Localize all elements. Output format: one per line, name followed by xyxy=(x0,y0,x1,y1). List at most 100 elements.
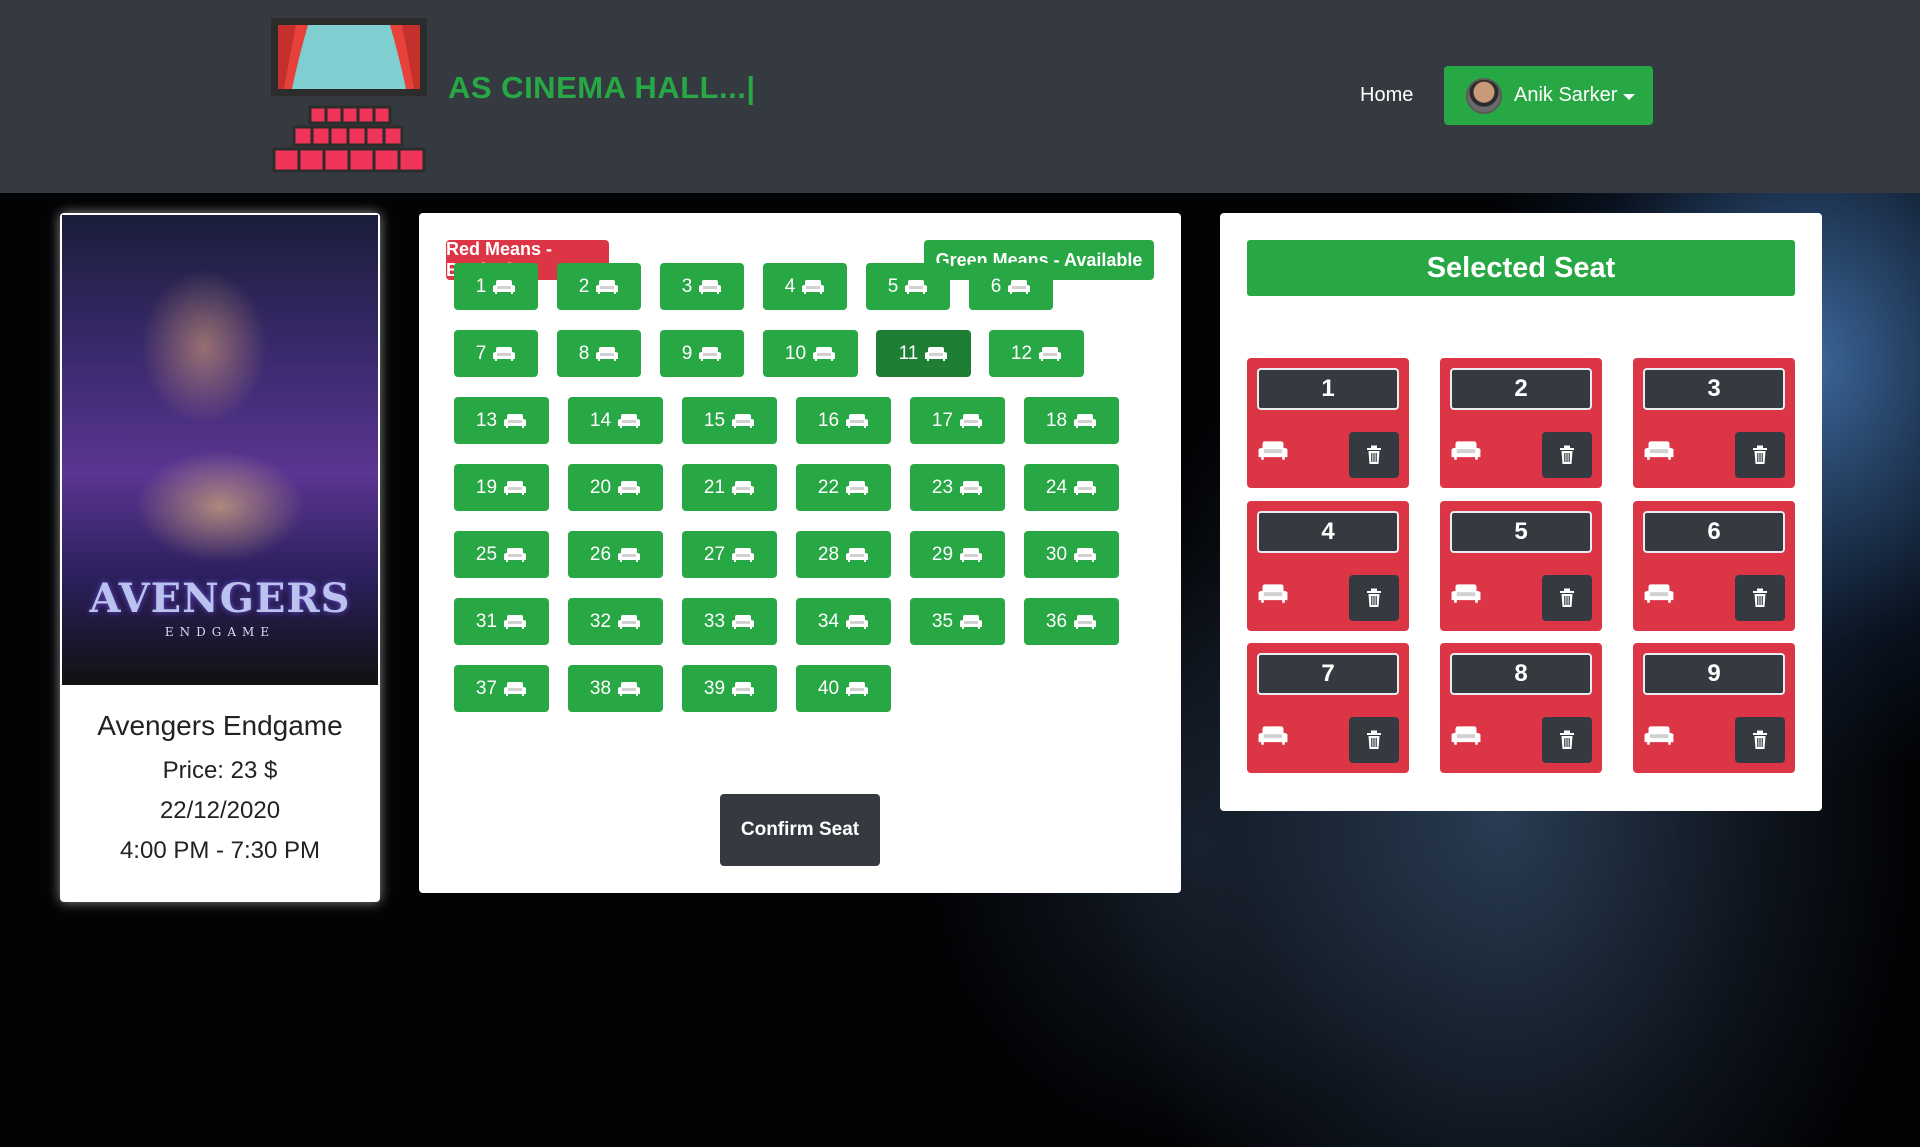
seat-button-24[interactable]: 24 xyxy=(1024,464,1119,511)
seat-button-6[interactable]: 6 xyxy=(969,263,1053,310)
couch-icon xyxy=(692,346,722,362)
seat-button-33[interactable]: 33 xyxy=(682,598,777,645)
couch-icon xyxy=(497,480,527,496)
seat-button-9[interactable]: 9 xyxy=(660,330,744,377)
remove-seat-button[interactable] xyxy=(1735,432,1785,478)
remove-seat-button[interactable] xyxy=(1542,575,1592,621)
seat-button-34[interactable]: 34 xyxy=(796,598,891,645)
couch-icon xyxy=(1643,725,1675,751)
couch-icon xyxy=(611,681,641,697)
seat-button-27[interactable]: 27 xyxy=(682,531,777,578)
couch-icon xyxy=(611,413,641,429)
seat-number: 19 xyxy=(475,476,498,498)
couch-icon xyxy=(1032,346,1062,362)
seat-button-16[interactable]: 16 xyxy=(796,397,891,444)
seat-button-30[interactable]: 30 xyxy=(1024,531,1119,578)
cinema-logo-icon[interactable] xyxy=(268,15,430,177)
seat-button-40[interactable]: 40 xyxy=(796,665,891,712)
seat-button-2[interactable]: 2 xyxy=(557,263,641,310)
brand-title[interactable]: AS CINEMA HALL...| xyxy=(448,70,756,106)
selected-seat-card-4: 4 xyxy=(1247,501,1409,631)
selected-seat-card-9: 9 xyxy=(1633,643,1795,773)
seat-number: 40 xyxy=(817,677,840,699)
seat-button-19[interactable]: 19 xyxy=(454,464,549,511)
trash-icon xyxy=(1366,445,1382,465)
selected-seat-number: 8 xyxy=(1450,653,1592,695)
poster-title: AVENGERS xyxy=(89,575,351,622)
remove-seat-button[interactable] xyxy=(1349,575,1399,621)
remove-seat-button[interactable] xyxy=(1735,717,1785,763)
trash-icon xyxy=(1559,588,1575,608)
seat-button-14[interactable]: 14 xyxy=(568,397,663,444)
seat-button-22[interactable]: 22 xyxy=(796,464,891,511)
couch-icon xyxy=(725,681,755,697)
seat-number: 17 xyxy=(931,409,954,431)
seat-button-15[interactable]: 15 xyxy=(682,397,777,444)
selected-seat-card-2: 2 xyxy=(1440,358,1602,488)
seat-number: 37 xyxy=(475,677,498,699)
couch-icon xyxy=(497,547,527,563)
seat-button-7[interactable]: 7 xyxy=(454,330,538,377)
seat-button-29[interactable]: 29 xyxy=(910,531,1005,578)
seat-button-36[interactable]: 36 xyxy=(1024,598,1119,645)
seat-button-10[interactable]: 10 xyxy=(763,330,858,377)
selected-seat-card-7: 7 xyxy=(1247,643,1409,773)
seat-button-39[interactable]: 39 xyxy=(682,665,777,712)
trash-icon xyxy=(1366,730,1382,750)
seat-number: 38 xyxy=(589,677,612,699)
seat-button-8[interactable]: 8 xyxy=(557,330,641,377)
caret-down-icon xyxy=(1623,93,1636,100)
remove-seat-button[interactable] xyxy=(1349,432,1399,478)
remove-seat-button[interactable] xyxy=(1735,575,1785,621)
seat-number: 10 xyxy=(784,342,807,364)
seat-button-35[interactable]: 35 xyxy=(910,598,1005,645)
selected-seat-number: 3 xyxy=(1643,368,1785,410)
couch-icon xyxy=(497,413,527,429)
remove-seat-button[interactable] xyxy=(1349,717,1399,763)
movie-card: AVENGERS ENDGAME Avengers Endgame Price:… xyxy=(60,213,380,902)
seat-button-25[interactable]: 25 xyxy=(454,531,549,578)
seat-button-18[interactable]: 18 xyxy=(1024,397,1119,444)
selected-seat-card-3: 3 xyxy=(1633,358,1795,488)
confirm-seat-button[interactable]: Confirm Seat xyxy=(720,794,880,866)
seat-selection-panel: Red Means - Booked Green Means - Availab… xyxy=(419,213,1181,893)
seat-number: 9 xyxy=(681,342,693,364)
nav-home-link[interactable]: Home xyxy=(1360,84,1413,107)
seat-button-1[interactable]: 1 xyxy=(454,263,538,310)
seat-button-37[interactable]: 37 xyxy=(454,665,549,712)
seat-button-20[interactable]: 20 xyxy=(568,464,663,511)
seat-number: 15 xyxy=(703,409,726,431)
couch-icon xyxy=(1643,583,1675,609)
seat-button-28[interactable]: 28 xyxy=(796,531,891,578)
remove-seat-button[interactable] xyxy=(1542,717,1592,763)
couch-icon xyxy=(692,279,722,295)
selected-seat-card-6: 6 xyxy=(1633,501,1795,631)
seat-button-38[interactable]: 38 xyxy=(568,665,663,712)
couch-icon xyxy=(806,346,836,362)
seat-button-26[interactable]: 26 xyxy=(568,531,663,578)
seat-button-13[interactable]: 13 xyxy=(454,397,549,444)
seat-button-3[interactable]: 3 xyxy=(660,263,744,310)
selected-seat-number: 6 xyxy=(1643,511,1785,553)
seat-number: 24 xyxy=(1045,476,1068,498)
seat-button-4[interactable]: 4 xyxy=(763,263,847,310)
seat-button-23[interactable]: 23 xyxy=(910,464,1005,511)
seat-button-32[interactable]: 32 xyxy=(568,598,663,645)
seat-number: 34 xyxy=(817,610,840,632)
seat-number: 6 xyxy=(990,275,1002,297)
seat-button-21[interactable]: 21 xyxy=(682,464,777,511)
user-dropdown-button[interactable]: Anik Sarker xyxy=(1444,66,1653,125)
navbar: AS CINEMA HALL...| Home Anik Sarker xyxy=(0,0,1920,193)
couch-icon xyxy=(725,547,755,563)
couch-icon xyxy=(1257,725,1289,751)
seat-number: 31 xyxy=(475,610,498,632)
seat-button-17[interactable]: 17 xyxy=(910,397,1005,444)
remove-seat-button[interactable] xyxy=(1542,432,1592,478)
seat-button-31[interactable]: 31 xyxy=(454,598,549,645)
seat-button-5[interactable]: 5 xyxy=(866,263,950,310)
seat-number: 35 xyxy=(931,610,954,632)
couch-icon xyxy=(486,346,516,362)
seat-button-12[interactable]: 12 xyxy=(989,330,1084,377)
seat-number: 5 xyxy=(887,275,899,297)
seat-button-11[interactable]: 11 xyxy=(876,330,971,377)
